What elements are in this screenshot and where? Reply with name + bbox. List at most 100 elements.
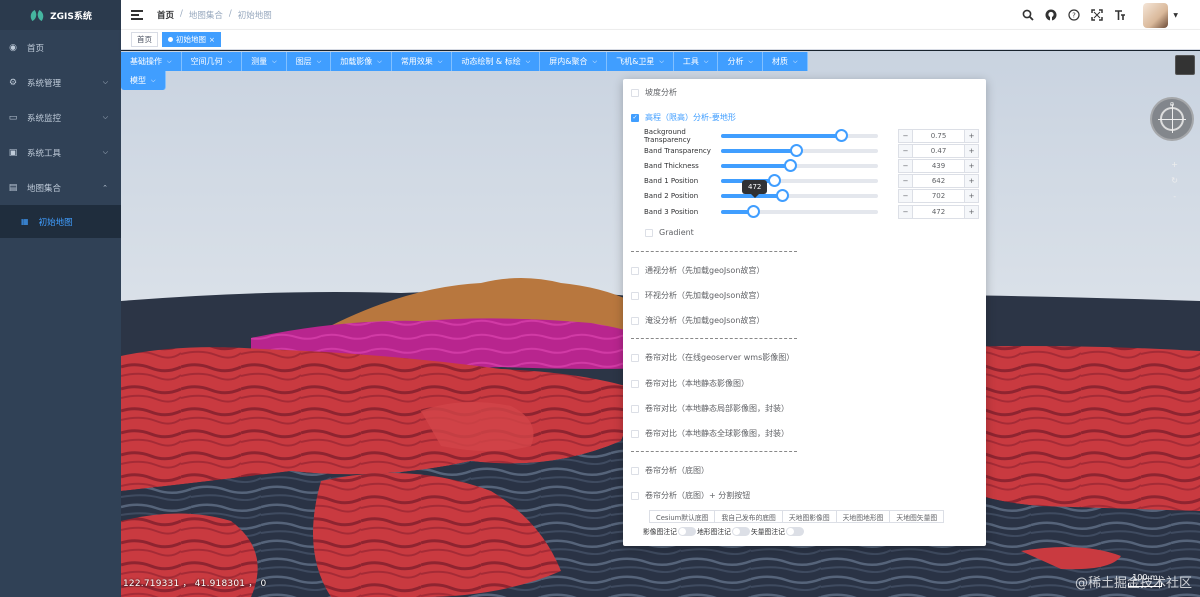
menu-load-imagery[interactable]: 加载影像 ⌵ xyxy=(331,52,392,71)
caret-down-icon[interactable]: ▼ xyxy=(1173,12,1178,19)
navigation-compass[interactable]: ⊕ xyxy=(1150,97,1194,141)
checkbox[interactable] xyxy=(631,88,639,97)
tag-initial-map[interactable]: 初始地图 × xyxy=(162,32,221,47)
basemap-tdt-terrain-button[interactable]: 天地图地形图 xyxy=(835,510,890,523)
slider-track[interactable] xyxy=(721,159,878,172)
reset-view-icon[interactable]: ↻ xyxy=(1171,176,1178,185)
font-size-icon[interactable] xyxy=(1114,9,1126,21)
avatar[interactable] xyxy=(1143,2,1169,28)
slider-handle[interactable] xyxy=(835,129,849,142)
zoom-in-icon[interactable]: + xyxy=(1171,160,1178,169)
help-icon[interactable]: ? xyxy=(1068,9,1080,21)
swipe-basemap-option[interactable]: 卷帘分析（底图） xyxy=(631,465,709,476)
menu-analysis[interactable]: 分析 ⌵ xyxy=(718,52,764,71)
fullscreen-icon[interactable] xyxy=(1091,9,1104,21)
menu-measure[interactable]: 测量 ⌵ xyxy=(242,52,287,71)
basemap-cesium-button[interactable]: Cesium默认底图 xyxy=(649,510,715,523)
slope-analysis-option[interactable]: 坡度分析 xyxy=(631,87,677,98)
menu-common-effects[interactable]: 常用效果 ⌵ xyxy=(391,52,453,71)
elevation-analysis-option[interactable]: ✓ 高程（限高）分析-要地形 xyxy=(631,112,736,123)
decrement-button[interactable]: − xyxy=(899,190,913,202)
viewshed-analysis-option[interactable]: 通视分析（先加载geoJson故宫） xyxy=(631,265,764,276)
gradient-option[interactable]: Gradient xyxy=(645,228,694,237)
menu-aircraft-satellite[interactable]: 飞机&卫星 ⌵ xyxy=(607,52,674,71)
increment-button[interactable]: + xyxy=(964,190,978,202)
checkbox[interactable] xyxy=(631,291,639,300)
slider-handle[interactable] xyxy=(767,174,781,187)
menu-material[interactable]: 材质 ⌵ xyxy=(763,52,808,71)
number-value[interactable]: 0.75 xyxy=(913,132,964,140)
sidebar-item-home[interactable]: ◉ 首页 xyxy=(0,30,121,65)
app-logo[interactable]: ZGIS系统 xyxy=(0,0,121,30)
swipe-local-partial-option[interactable]: 卷帘对比（本地静态局部影像图，封装） xyxy=(631,403,789,414)
menu-model[interactable]: 模型 ⌵ xyxy=(121,71,166,90)
menu-spatial-geometry[interactable]: 空间几何 ⌵ xyxy=(181,52,243,71)
checkbox[interactable] xyxy=(631,266,639,275)
slider-handle[interactable] xyxy=(789,144,803,157)
slider-handle[interactable] xyxy=(783,159,797,172)
number-value[interactable]: 0.47 xyxy=(913,147,964,155)
surround-analysis-option[interactable]: 环视分析（先加载geoJson故宫） xyxy=(631,290,764,301)
sidebar-item-system-monitor[interactable]: ▭ 系统监控 ⌵ xyxy=(0,100,121,135)
slider-track[interactable] xyxy=(721,205,878,218)
number-value[interactable]: 472 xyxy=(913,208,964,216)
checkbox[interactable] xyxy=(645,228,653,237)
decrement-button[interactable]: − xyxy=(899,160,913,172)
swipe-basemap-split-option[interactable]: 卷帘分析（底图）+ 分割按钮 xyxy=(631,490,750,501)
swipe-local-global-option[interactable]: 卷帘对比（本地静态全球影像图，封装） xyxy=(631,428,789,439)
menu-basic-ops[interactable]: 基础操作 ⌵ xyxy=(121,52,182,71)
checkbox[interactable] xyxy=(631,466,639,475)
basemap-tdt-vector-button[interactable]: 天地图矢量图 xyxy=(889,510,945,523)
sidebar-item-system-management[interactable]: ⚙ 系统管理 ⌵ xyxy=(0,65,121,100)
swipe-wms-option[interactable]: 卷帘对比（在线geoserver wms影像图） xyxy=(631,352,794,363)
increment-button[interactable]: + xyxy=(964,145,978,157)
number-input[interactable]: −702 + xyxy=(898,189,979,203)
zoom-out-icon[interactable]: - xyxy=(1173,192,1176,201)
checkbox[interactable] xyxy=(631,316,639,325)
decrement-button[interactable]: − xyxy=(899,206,913,218)
breadcrumb-home[interactable]: 首页 xyxy=(157,9,174,21)
decrement-button[interactable]: − xyxy=(899,130,913,142)
menu-layers[interactable]: 图层 ⌵ xyxy=(286,52,332,71)
slider-track[interactable] xyxy=(721,129,878,142)
number-input[interactable]: −472 + xyxy=(898,205,979,219)
slider-handle[interactable] xyxy=(775,189,789,202)
decrement-button[interactable]: − xyxy=(899,145,913,157)
checkbox-checked[interactable]: ✓ xyxy=(631,113,639,122)
number-value[interactable]: 702 xyxy=(913,192,964,200)
close-icon[interactable]: × xyxy=(209,36,215,44)
swipe-local-option[interactable]: 卷帘对比（本地静态影像图） xyxy=(631,378,749,389)
terrain-annotation-toggle[interactable] xyxy=(731,526,750,536)
flood-analysis-option[interactable]: 淹没分析（先加载geoJson故宫） xyxy=(631,315,764,326)
increment-button[interactable]: + xyxy=(964,206,978,218)
search-icon[interactable] xyxy=(1022,9,1035,21)
sidebar-item-system-tools[interactable]: ▣ 系统工具 ⌵ xyxy=(0,135,121,170)
basemap-own-button[interactable]: 我自己发布的底图 xyxy=(714,510,782,523)
checkbox[interactable] xyxy=(631,491,639,500)
sidebar-item-map-collection[interactable]: ▤ 地图集合 ⌃ xyxy=(0,170,121,205)
increment-button[interactable]: + xyxy=(964,160,978,172)
number-input[interactable]: −642 + xyxy=(898,174,979,188)
slider-track[interactable] xyxy=(721,189,878,202)
menu-tools[interactable]: 工具 ⌵ xyxy=(673,52,719,71)
number-input[interactable]: −0.75 + xyxy=(898,129,979,143)
sidebar-subitem-initial-map[interactable]: ▦ 初始地图 xyxy=(0,205,121,238)
menu-dynamic-draw[interactable]: 动态绘制 & 标绘 ⌵ xyxy=(452,52,541,71)
menu-cluster[interactable]: 屏内&聚合 ⌵ xyxy=(540,52,608,71)
checkbox[interactable] xyxy=(631,404,639,413)
number-value[interactable]: 439 xyxy=(913,162,964,170)
tag-home[interactable]: 首页 xyxy=(131,32,158,47)
increment-button[interactable]: + xyxy=(964,175,978,187)
checkbox[interactable] xyxy=(631,353,639,362)
checkbox[interactable] xyxy=(631,379,639,388)
decrement-button[interactable]: − xyxy=(899,175,913,187)
hamburger-icon[interactable] xyxy=(131,9,143,20)
slider-handle[interactable] xyxy=(747,205,761,218)
vector-annotation-toggle[interactable] xyxy=(785,526,804,536)
imagery-annotation-toggle[interactable] xyxy=(677,526,696,536)
number-input[interactable]: −0.47 + xyxy=(898,144,979,158)
increment-button[interactable]: + xyxy=(964,130,978,142)
checkbox[interactable] xyxy=(631,429,639,438)
github-icon[interactable] xyxy=(1045,9,1057,21)
layer-picker-button[interactable] xyxy=(1175,55,1195,75)
